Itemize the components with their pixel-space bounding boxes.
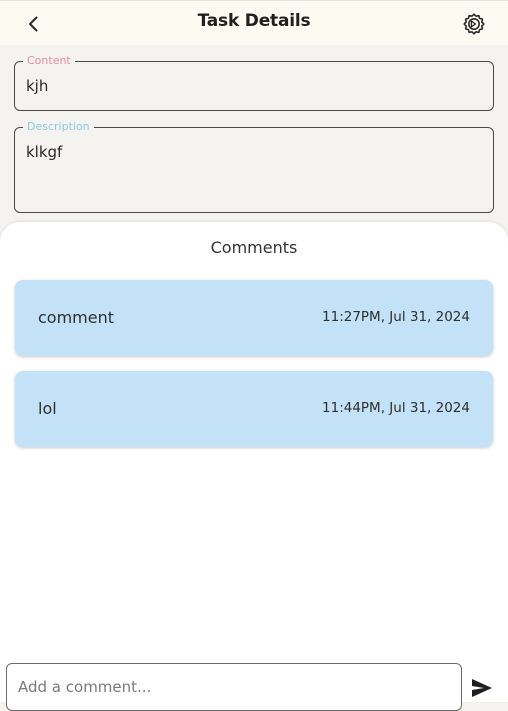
comments-title: Comments: [210, 238, 298, 257]
page-title: Task Details: [197, 11, 311, 31]
app-bar: Task Details: [0, 0, 508, 45]
comment-timestamp: 11:44PM, Jul 31, 2024: [322, 400, 470, 416]
comment-card[interactable]: comment 11:27PM, Jul 31, 2024: [15, 280, 493, 356]
description-value: klkgf: [26, 143, 63, 161]
comment-text: comment: [38, 308, 115, 327]
content-value: kjh: [26, 77, 49, 95]
comment-input[interactable]: [6, 663, 462, 711]
content-field[interactable]: Content kjh: [14, 54, 494, 111]
gear-icon: [463, 13, 485, 35]
comment-timestamp: 11:27PM, Jul 31, 2024: [322, 309, 470, 325]
send-button[interactable]: [469, 675, 495, 701]
settings-button[interactable]: [460, 10, 488, 38]
description-field[interactable]: Description klkgf: [14, 120, 494, 213]
send-icon: [472, 679, 492, 697]
content-label: Content: [23, 54, 75, 68]
comments-sheet: Comments comment 11:27PM, Jul 31, 2024 l…: [0, 222, 508, 702]
description-label: Description: [23, 120, 94, 134]
comment-card[interactable]: lol 11:44PM, Jul 31, 2024: [15, 371, 493, 447]
comment-text: lol: [38, 399, 57, 418]
